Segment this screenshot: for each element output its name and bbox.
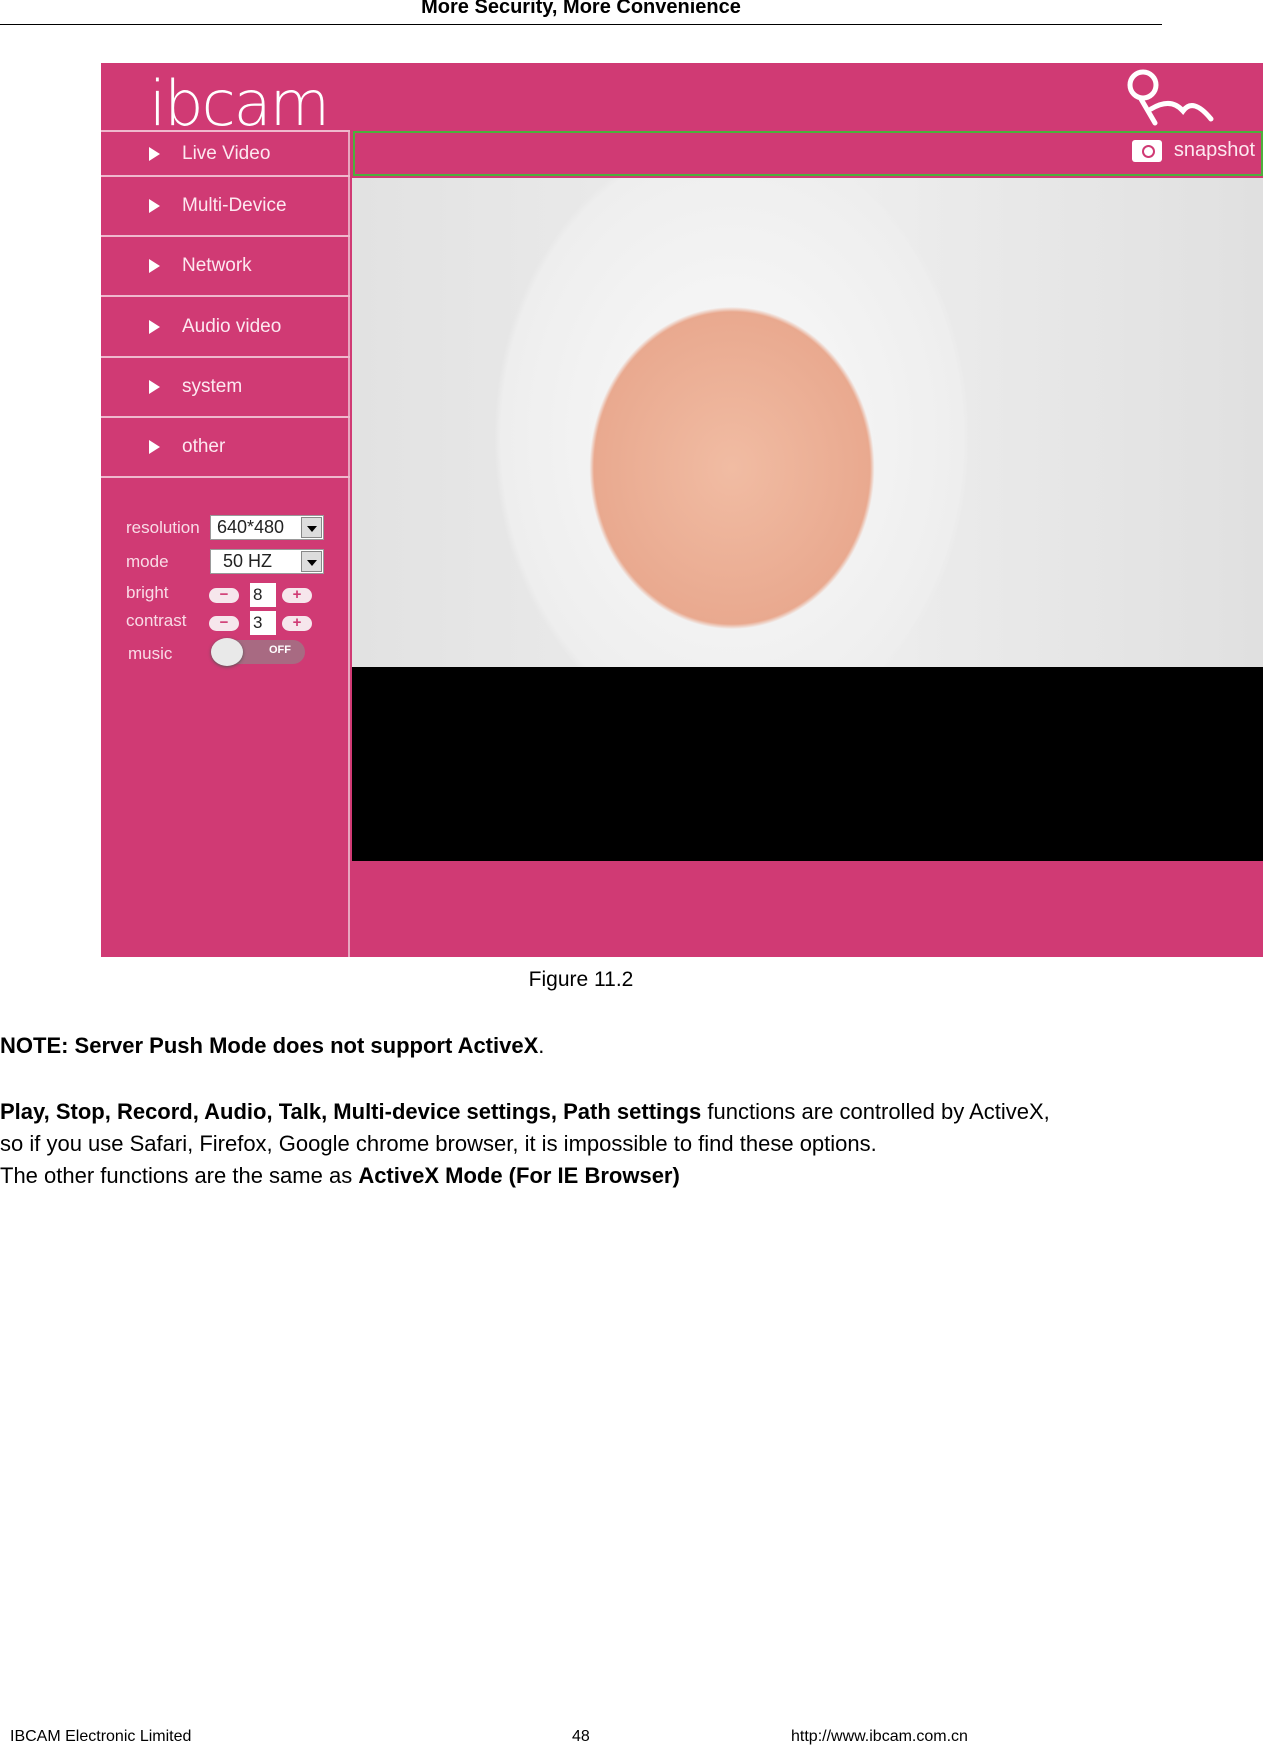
bright-value[interactable]: 8 xyxy=(250,583,276,607)
snapshot-button[interactable]: snapshot xyxy=(1131,139,1255,162)
menu-label: Network xyxy=(182,255,252,276)
sidebar: Live Video Multi-Device Network Audio vi… xyxy=(101,130,350,957)
menu-label: system xyxy=(182,376,243,397)
contrast-minus-button[interactable]: − xyxy=(209,615,239,631)
snapshot-label: snapshot xyxy=(1173,139,1255,161)
play-arrow-icon xyxy=(149,199,160,213)
menu-divider xyxy=(101,476,350,478)
footer-url[interactable]: http://www.ibcam.com.cn xyxy=(791,1728,968,1746)
para-line3-bold: ActiveX Mode (For IE Browser) xyxy=(358,1163,680,1188)
crawling-baby-icon xyxy=(1127,69,1214,126)
para-line-3: The other functions are the same as Acti… xyxy=(0,1163,680,1189)
para-line3-start: The other functions are the same as xyxy=(0,1163,359,1188)
menu-item-other[interactable]: other xyxy=(101,416,350,476)
contrast-value[interactable]: 3 xyxy=(250,611,276,635)
resolution-select[interactable]: 640*480 xyxy=(210,515,324,540)
toggle-state: OFF xyxy=(269,644,291,656)
para-line-1: Play, Stop, Record, Audio, Talk, Multi-d… xyxy=(0,1099,1168,1125)
menu-label: Multi-Device xyxy=(182,195,287,216)
contrast-plus-button[interactable]: + xyxy=(282,615,312,631)
live-video-frame-baby xyxy=(352,178,1263,667)
video-letterbox xyxy=(352,667,1263,861)
para-bold: Play, Stop, Record, Audio, Talk, Multi-d… xyxy=(0,1099,702,1124)
snapshot-bar: snapshot xyxy=(353,131,1263,176)
menu-item-audio-video[interactable]: Audio video xyxy=(101,295,350,356)
menu-item-system[interactable]: system xyxy=(101,356,350,416)
chevron-down-icon[interactable] xyxy=(301,517,322,538)
music-toggle[interactable]: OFF xyxy=(211,638,305,666)
para-line-2: so if you use Safari, Firefox, Google ch… xyxy=(0,1131,877,1156)
menu-item-multi-device[interactable]: Multi-Device xyxy=(101,175,350,235)
chevron-down-icon[interactable] xyxy=(301,551,322,572)
bright-plus-button[interactable]: + xyxy=(282,587,312,603)
menu-label: other xyxy=(182,436,226,457)
menu-item-network[interactable]: Network xyxy=(101,235,350,295)
footer-company: IBCAM Electronic Limited xyxy=(10,1728,192,1745)
bright-label: bright xyxy=(126,583,169,602)
toggle-knob xyxy=(211,638,243,666)
resolution-label: resolution xyxy=(126,518,200,537)
note-tail: . xyxy=(538,1033,545,1058)
contrast-label: contrast xyxy=(126,611,187,630)
para-rest: functions are controlled by ActiveX, xyxy=(701,1099,1050,1124)
ibcam-web-ui-screenshot: ibcam Live Video Multi-Device Network Au… xyxy=(101,63,1263,957)
resolution-value: 640*480 xyxy=(217,517,285,537)
mode-label: mode xyxy=(126,552,169,571)
page-header-title: More Security, More Convenience xyxy=(421,0,741,18)
mode-value: 50 HZ xyxy=(223,551,273,571)
music-label: music xyxy=(128,644,173,663)
footer-page-number: 48 xyxy=(572,1728,590,1745)
play-arrow-icon xyxy=(149,146,160,161)
menu-label: Live Video xyxy=(182,142,271,164)
header-divider xyxy=(0,24,1162,25)
play-arrow-icon xyxy=(149,440,160,454)
play-arrow-icon xyxy=(149,259,160,273)
play-arrow-icon xyxy=(149,319,160,334)
note-text: NOTE: Server Push Mode does not support … xyxy=(0,1033,544,1059)
menu-item-live-video[interactable]: Live Video xyxy=(101,130,350,175)
camera-icon xyxy=(1131,139,1162,162)
figure-caption: Figure 11.2 xyxy=(528,968,634,991)
note-bold: NOTE: Server Push Mode does not support … xyxy=(0,1033,539,1058)
menu-label: Audio video xyxy=(182,315,282,337)
play-arrow-icon xyxy=(149,380,160,394)
mode-select[interactable]: 50 HZ xyxy=(210,549,324,574)
bright-minus-button[interactable]: − xyxy=(209,587,239,603)
